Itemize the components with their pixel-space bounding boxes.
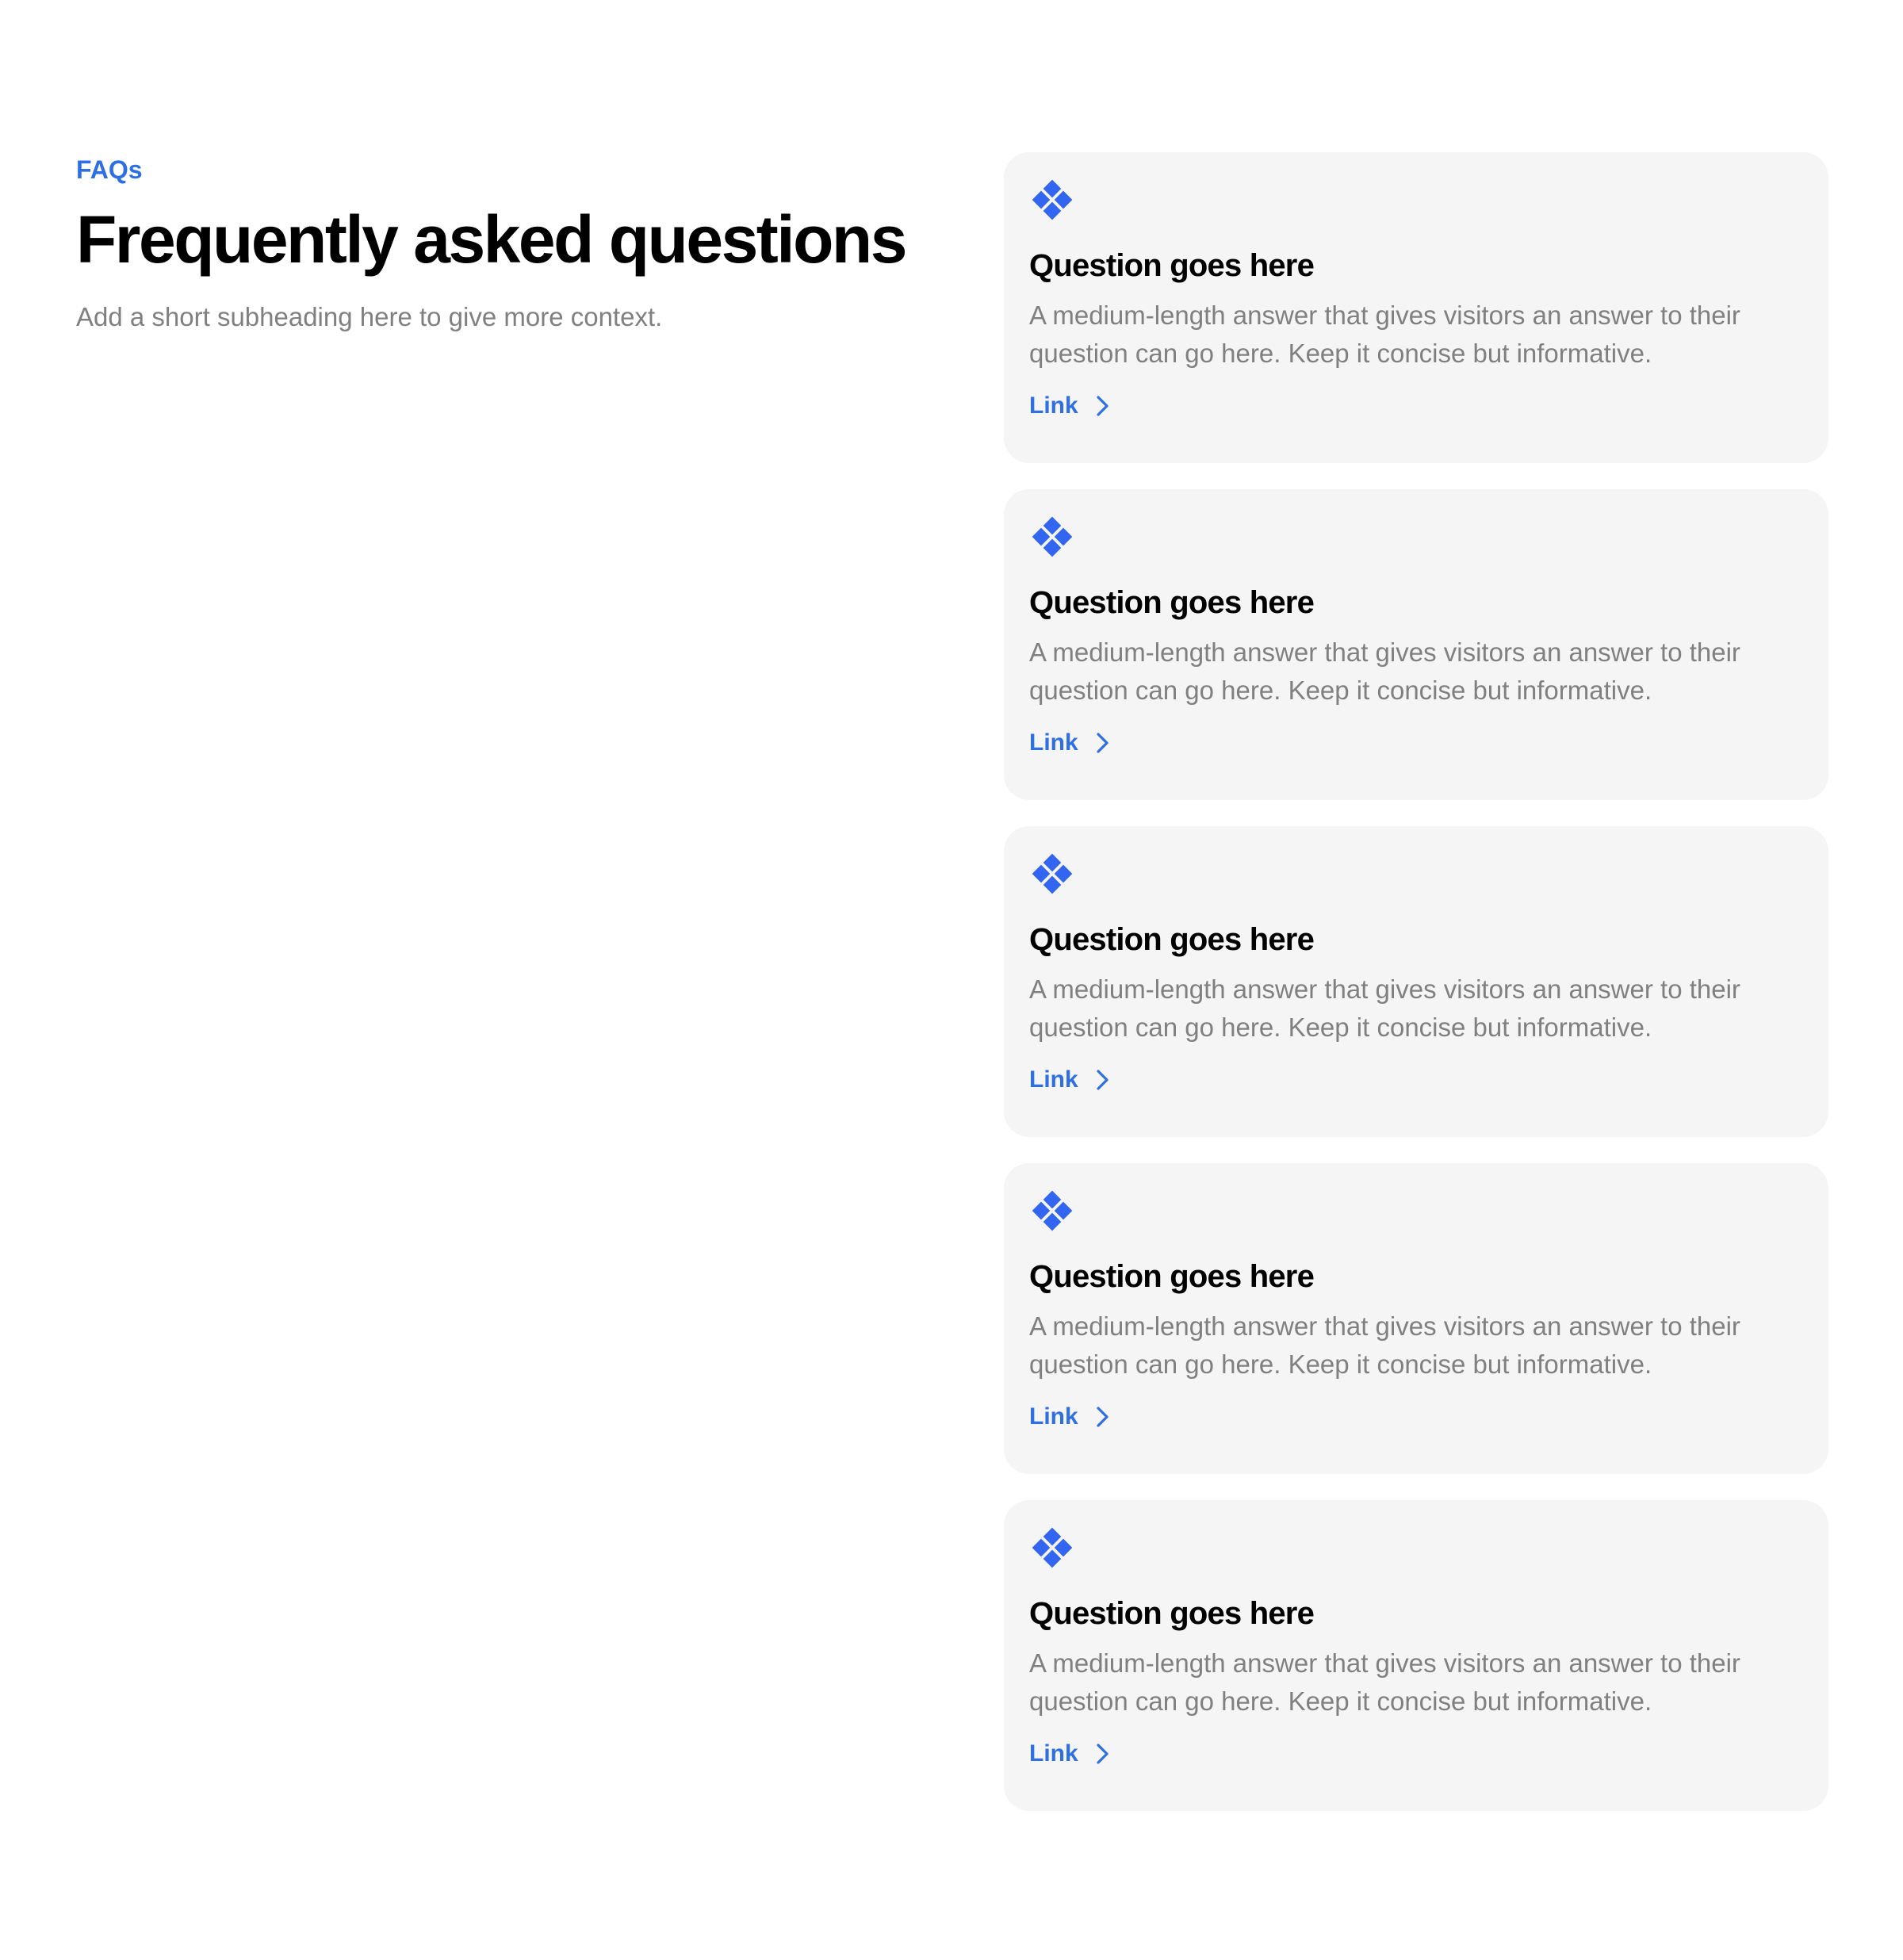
faq-question: Question goes here	[1029, 922, 1315, 957]
faq-list: Question goes here A medium-length answe…	[1004, 152, 1828, 1837]
faq-card: Question goes here A medium-length answe…	[1004, 489, 1828, 800]
faq-answer: A medium-length answer that gives visito…	[1029, 1648, 1740, 1716]
faq-question: Question goes here	[1029, 248, 1315, 283]
diamond-cluster-icon	[1032, 853, 1073, 894]
faq-answer: A medium-length answer that gives visito…	[1029, 1311, 1740, 1379]
chevron-right-icon	[1097, 1744, 1108, 1764]
faq-card: Question goes here A medium-length answe…	[1004, 826, 1828, 1137]
page-title: Frequently asked questions	[76, 202, 907, 277]
faq-question: Question goes here	[1029, 1596, 1315, 1631]
faq-card: Question goes here A medium-length answe…	[1004, 1500, 1828, 1811]
faq-link-label: Link	[1029, 392, 1078, 419]
faq-answer: A medium-length answer that gives visito…	[1029, 301, 1740, 368]
faq-link-label: Link	[1029, 729, 1078, 756]
faq-link[interactable]: Link	[1029, 390, 1115, 422]
diamond-cluster-icon	[1032, 179, 1073, 220]
page-subheading: Add a short subheading here to give more…	[76, 302, 663, 331]
faq-answer: A medium-length answer that gives visito…	[1029, 637, 1740, 705]
faq-link[interactable]: Link	[1029, 1401, 1115, 1433]
faq-link-label: Link	[1029, 1403, 1078, 1430]
diamond-cluster-icon	[1032, 516, 1073, 557]
diamond-cluster-icon	[1032, 1527, 1073, 1568]
faq-question: Question goes here	[1029, 585, 1315, 620]
chevron-right-icon	[1097, 396, 1108, 416]
faq-link[interactable]: Link	[1029, 1064, 1115, 1096]
chevron-right-icon	[1097, 1407, 1108, 1427]
faq-answer: A medium-length answer that gives visito…	[1029, 974, 1740, 1042]
faq-link[interactable]: Link	[1029, 1738, 1115, 1770]
chevron-right-icon	[1097, 1070, 1108, 1090]
diamond-cluster-icon	[1032, 1190, 1073, 1231]
faq-link-label: Link	[1029, 1740, 1078, 1767]
faq-intro: FAQs Frequently asked questions Add a sh…	[76, 154, 948, 335]
faq-card: Question goes here A medium-length answe…	[1004, 152, 1828, 463]
faq-link[interactable]: Link	[1029, 727, 1115, 759]
faq-question: Question goes here	[1029, 1259, 1315, 1294]
eyebrow-label: FAQs	[76, 155, 143, 184]
chevron-right-icon	[1097, 733, 1108, 753]
faq-card: Question goes here A medium-length answe…	[1004, 1163, 1828, 1474]
faq-link-label: Link	[1029, 1066, 1078, 1093]
